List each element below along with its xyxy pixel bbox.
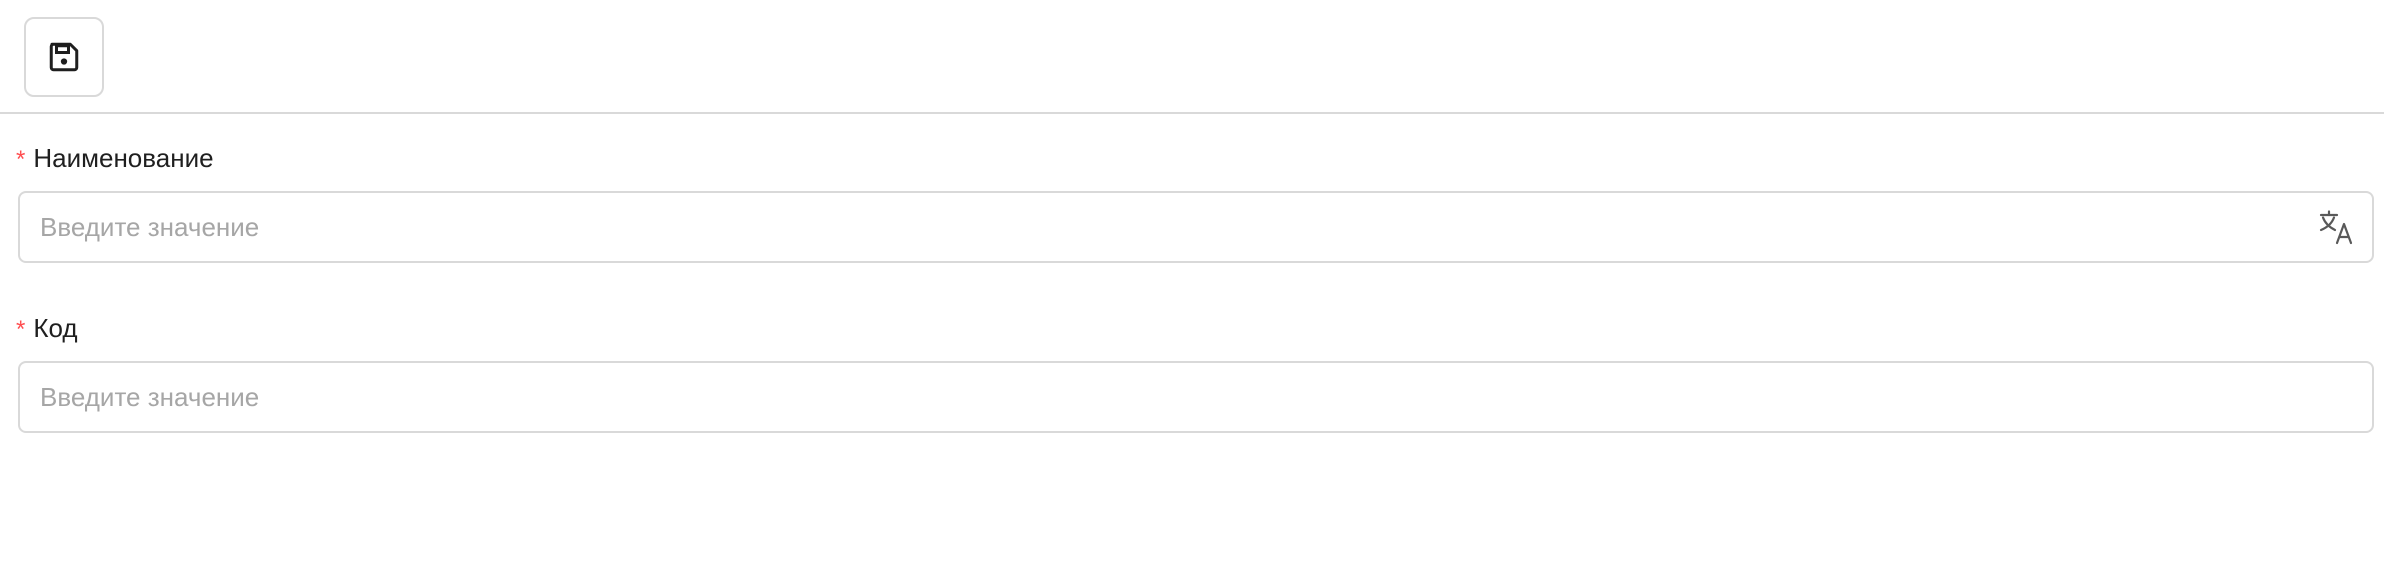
name-field-label: * Наименование — [16, 138, 214, 178]
name-input[interactable] — [20, 193, 2290, 261]
toolbar — [0, 0, 2384, 114]
name-label-text: Наименование — [33, 143, 214, 173]
required-mark: * — [16, 146, 26, 173]
code-field-label: * Код — [16, 308, 78, 348]
translate-icon[interactable] — [2318, 209, 2354, 245]
name-input-wrapper — [18, 191, 2374, 263]
code-input-wrapper — [18, 361, 2374, 433]
code-input[interactable] — [20, 363, 2372, 431]
save-icon — [49, 42, 79, 72]
code-label-text: Код — [33, 313, 78, 343]
save-button[interactable] — [24, 17, 104, 97]
required-mark: * — [16, 316, 26, 343]
